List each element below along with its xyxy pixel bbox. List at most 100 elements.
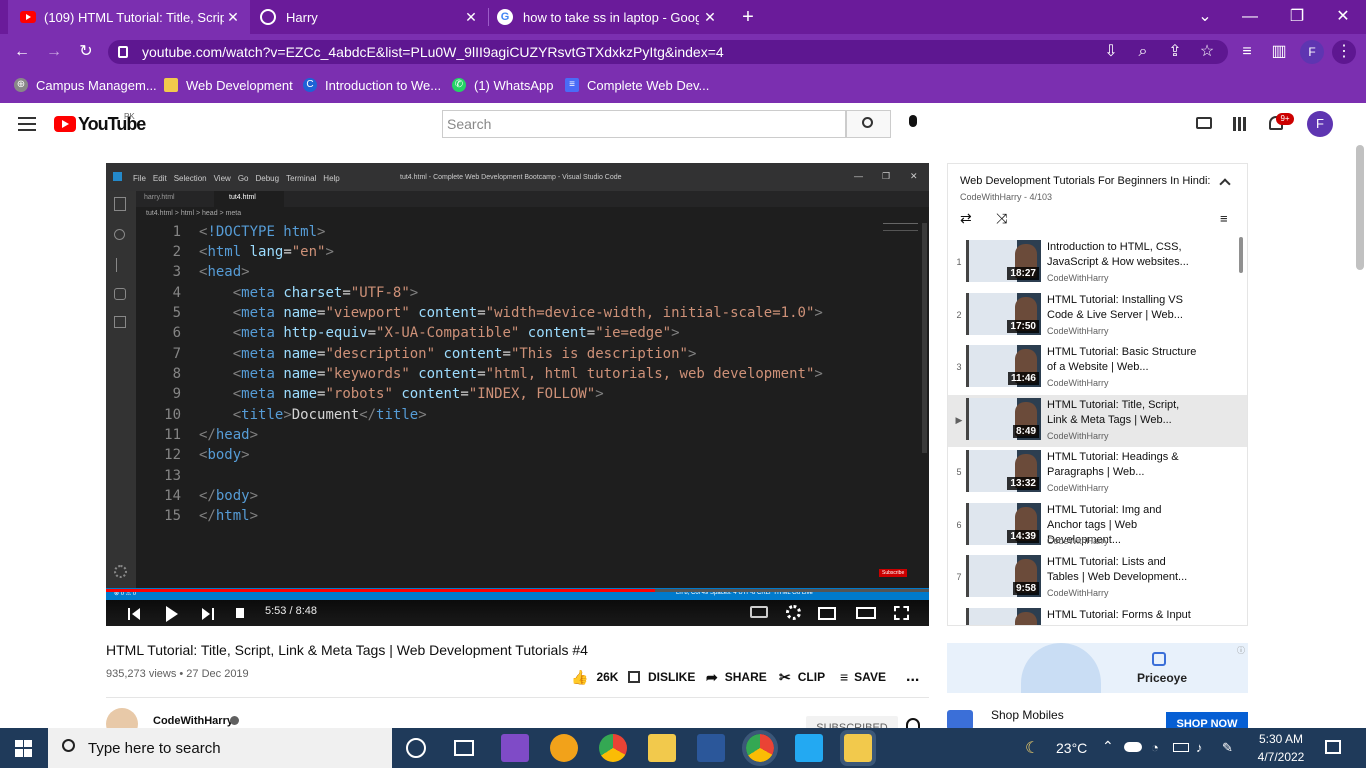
playlist-item[interactable]: 7 9:58 HTML Tutorial: Lists and Tables | W… bbox=[948, 552, 1247, 604]
speaker-icon[interactable]: ♪ bbox=[1196, 740, 1203, 755]
file-explorer-icon[interactable] bbox=[648, 734, 676, 762]
settings-icon[interactable] bbox=[786, 605, 801, 620]
playlist-item-title[interactable]: HTML Tutorial: Basic Structure of a Webs… bbox=[1047, 345, 1197, 375]
profile-avatar[interactable]: F bbox=[1300, 40, 1324, 64]
playlist-item-title[interactable]: HTML Tutorial: Installing VS Code & Live… bbox=[1047, 293, 1197, 323]
visual-studio-icon[interactable] bbox=[501, 734, 529, 762]
minimize-icon[interactable]: — bbox=[1238, 5, 1262, 29]
search-input[interactable]: Search bbox=[442, 110, 846, 138]
clock-date[interactable]: 4/7/2022 bbox=[1255, 750, 1307, 764]
video-thumbnail[interactable]: 17:50 bbox=[966, 293, 1041, 335]
priceoye-ad[interactable]: Priceoye ⓘ bbox=[947, 643, 1248, 693]
tab-google[interactable]: G how to take ss in laptop - Google ✕ bbox=[489, 0, 727, 34]
bookmark-whatsapp[interactable]: ✆ (1) WhatsApp bbox=[452, 76, 553, 94]
create-video-icon[interactable] bbox=[1196, 117, 1212, 129]
next-icon[interactable] bbox=[202, 608, 214, 620]
lock-icon[interactable] bbox=[118, 46, 128, 58]
dislike-button[interactable]: DISLIKE bbox=[628, 668, 695, 686]
sidepanel-icon[interactable]: ▥ bbox=[1267, 40, 1291, 64]
playlist-menu-icon[interactable]: ≡ bbox=[1220, 211, 1228, 226]
word-icon[interactable] bbox=[697, 734, 725, 762]
video-thumbnail[interactable]: 14:39 bbox=[966, 503, 1041, 545]
close-tab-icon[interactable]: ✕ bbox=[462, 8, 480, 26]
new-tab-button[interactable]: + bbox=[736, 5, 760, 29]
zoom-icon[interactable]: ⌕ bbox=[1131, 40, 1155, 64]
hamburger-menu-icon[interactable] bbox=[18, 117, 36, 131]
captions-icon[interactable] bbox=[750, 606, 768, 618]
wifi-icon[interactable]: ◔ bbox=[1151, 740, 1159, 755]
shuffle-icon[interactable]: ⤨ bbox=[996, 210, 1007, 227]
task-view-icon[interactable] bbox=[454, 740, 474, 756]
notification-center-icon[interactable] bbox=[1325, 740, 1341, 754]
clock-time[interactable]: 5:30 AM bbox=[1255, 732, 1307, 746]
menu-kebab-icon[interactable]: ⋮ bbox=[1332, 40, 1356, 64]
theater-icon[interactable] bbox=[856, 607, 876, 619]
fullscreen-icon[interactable] bbox=[894, 606, 909, 620]
taskbar-search-box[interactable]: Type here to search bbox=[48, 728, 392, 768]
chrome-icon[interactable] bbox=[599, 734, 627, 762]
windows-start-icon[interactable] bbox=[15, 740, 32, 757]
video-thumbnail[interactable]: 11:46 bbox=[966, 345, 1041, 387]
youtube-logo-icon[interactable] bbox=[54, 116, 76, 132]
playlist-item-title[interactable]: HTML Tutorial: Title, Script, Link & Met… bbox=[1047, 398, 1197, 428]
account-avatar[interactable]: F bbox=[1307, 111, 1333, 137]
playlist-item-title[interactable]: HTML Tutorial: Lists and Tables | Web De… bbox=[1047, 555, 1197, 585]
bookmark-intro-web[interactable]: C Introduction to We... bbox=[303, 76, 441, 94]
bookmark-web-development[interactable]: Web Development bbox=[164, 76, 293, 94]
collapse-chevron-icon[interactable] bbox=[1219, 178, 1231, 190]
playlist-scrollbar[interactable] bbox=[1239, 237, 1243, 273]
bookmark-complete-web[interactable]: ≡ Complete Web Dev... bbox=[565, 76, 709, 94]
close-tab-icon[interactable]: ✕ bbox=[224, 8, 242, 26]
video-thumbnail[interactable]: 8:49 bbox=[966, 398, 1041, 440]
video-thumbnail[interactable]: 9:58 bbox=[966, 555, 1041, 597]
pen-icon[interactable]: ✎ bbox=[1222, 740, 1233, 756]
ad-info-icon[interactable]: ⓘ bbox=[1237, 645, 1245, 656]
close-window-icon[interactable]: ✕ bbox=[1331, 5, 1355, 29]
weather-icon[interactable]: ☾ bbox=[1025, 738, 1039, 758]
video-thumbnail[interactable]: 13:32 bbox=[966, 450, 1041, 492]
tab-search-icon[interactable]: ⌄ bbox=[1193, 5, 1217, 29]
tab-harry[interactable]: Harry ✕ bbox=[250, 0, 488, 34]
youtube-logo-text[interactable]: YouTube bbox=[78, 114, 146, 135]
playlist-item[interactable]: 1 18:27 Introduction to HTML, CSS, JavaScr… bbox=[948, 237, 1247, 289]
cortana-icon[interactable] bbox=[406, 738, 426, 758]
playlist-item-title[interactable]: Introduction to HTML, CSS, JavaScript & … bbox=[1047, 240, 1197, 270]
like-button[interactable]: 👍 26K bbox=[571, 668, 618, 686]
chrome-active-icon[interactable] bbox=[742, 730, 778, 766]
tab-youtube[interactable]: (109) HTML Tutorial: Title, Script, ✕ bbox=[8, 0, 250, 34]
video-player[interactable]: File Edit Selection View Go Debug Terminal Help… bbox=[106, 163, 929, 626]
playlist-item[interactable]: ▶ 8:49 HTML Tutorial: Title, Script, Link … bbox=[948, 395, 1247, 447]
channel-name[interactable]: CodeWithHarry bbox=[153, 715, 233, 727]
bookmark-campus[interactable]: ⊕ Campus Managem... bbox=[14, 76, 157, 94]
playlist-item[interactable]: 2 17:50 HTML Tutorial: Installing VS Code … bbox=[948, 290, 1247, 342]
install-icon[interactable]: ⇩ bbox=[1099, 40, 1123, 64]
vscode-icon[interactable] bbox=[795, 734, 823, 762]
maximize-icon[interactable]: ❐ bbox=[1285, 5, 1309, 29]
share-icon[interactable]: ⇪ bbox=[1163, 40, 1187, 64]
video-thumbnail[interactable]: 18:27 bbox=[966, 240, 1041, 282]
playlist-item[interactable]: HTML Tutorial: Forms & Input bbox=[948, 605, 1247, 625]
loop-icon[interactable]: ⇄ bbox=[960, 210, 972, 227]
playlist-item[interactable]: 3 11:46 HTML Tutorial: Basic Structure of … bbox=[948, 342, 1247, 394]
page-scrollbar[interactable] bbox=[1356, 145, 1364, 270]
url-text[interactable]: youtube.com/watch?v=EZCc_4abdcE&list=PLu… bbox=[142, 44, 724, 60]
playlist-item-title[interactable]: HTML Tutorial: Forms & Input bbox=[1047, 608, 1197, 623]
play-icon[interactable] bbox=[166, 606, 178, 622]
search-button[interactable] bbox=[846, 110, 891, 138]
more-actions-button[interactable]: ... bbox=[906, 668, 919, 686]
mic-icon[interactable] bbox=[909, 115, 917, 127]
temperature[interactable]: 23°C bbox=[1056, 740, 1087, 756]
playlist-item[interactable]: 6 14:39 HTML Tutorial: Img and Anchor tags… bbox=[948, 500, 1247, 552]
miniplayer-icon[interactable] bbox=[818, 607, 836, 620]
playlist-title[interactable]: Web Development Tutorials For Beginners … bbox=[960, 175, 1210, 187]
reload-icon[interactable]: ↻ bbox=[74, 40, 98, 64]
playlist-item[interactable]: 5 13:32 HTML Tutorial: Headings & Paragrap… bbox=[948, 447, 1247, 499]
apps-grid-icon[interactable] bbox=[1233, 117, 1247, 131]
playlist-item-title[interactable]: HTML Tutorial: Headings & Paragraphs | W… bbox=[1047, 450, 1197, 480]
close-tab-icon[interactable]: ✕ bbox=[701, 8, 719, 26]
tray-chevron-icon[interactable]: ⌃ bbox=[1102, 738, 1114, 755]
media-icon[interactable]: ≡ bbox=[1235, 40, 1259, 64]
volume-icon[interactable] bbox=[236, 608, 244, 618]
onedrive-icon[interactable] bbox=[1124, 742, 1142, 752]
battery-icon[interactable] bbox=[1173, 743, 1189, 752]
